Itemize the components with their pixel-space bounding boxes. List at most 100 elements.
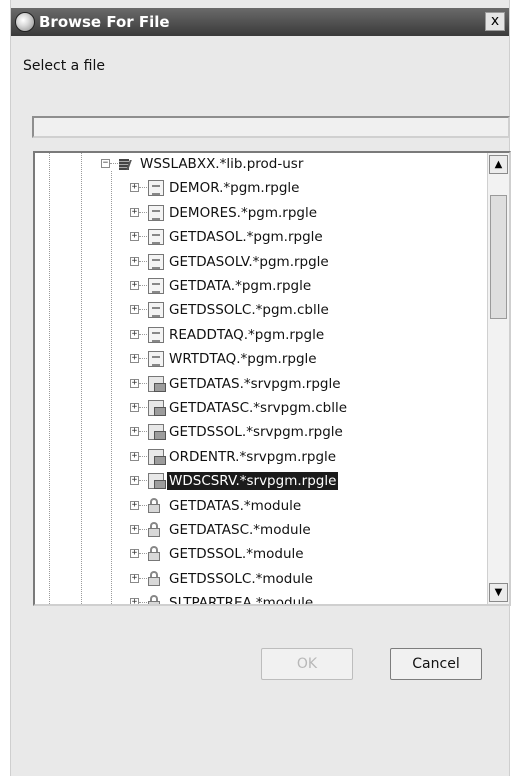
expand-icon[interactable]: +	[130, 305, 139, 315]
tree-item[interactable]: + ORDENTR.*srvpgm.rpgle	[35, 446, 485, 468]
tree-item-label[interactable]: DEMORES.*pgm.rpgle	[167, 204, 319, 222]
tree-connector	[139, 602, 147, 604]
close-button[interactable]: x	[485, 12, 505, 31]
module-icon	[148, 522, 160, 538]
scroll-up-button[interactable]: ▲	[489, 155, 508, 174]
tree-item-label[interactable]: WRTDTAQ.*pgm.rpgle	[167, 350, 319, 368]
tree-item-label[interactable]: GETDATAS.*module	[167, 497, 303, 515]
tree-item-label[interactable]: GETDSSOL.*module	[167, 545, 306, 563]
scroll-thumb[interactable]	[490, 195, 507, 319]
tree-item-label[interactable]: GETDASOL.*pgm.rpgle	[167, 228, 325, 246]
tree-item-label[interactable]: GETDATASC.*module	[167, 521, 313, 539]
expand-icon[interactable]: +	[130, 329, 139, 339]
title-bar[interactable]: Browse For File x	[11, 8, 509, 36]
tree-connector	[139, 260, 147, 262]
tree-item-label[interactable]: ORDENTR.*srvpgm.rpgle	[167, 448, 338, 466]
tree-item[interactable]: + WRTDTAQ.*pgm.rpgle	[35, 348, 485, 370]
tree-item-label[interactable]: GETDATAS.*srvpgm.rpgle	[167, 375, 343, 393]
tree-item[interactable]: + GETDASOLV.*pgm.rpgle	[35, 251, 485, 273]
program-icon	[148, 278, 164, 294]
tree-item[interactable]: + GETDATAS.*srvpgm.rpgle	[35, 373, 485, 395]
tree-item-label[interactable]: READDTAQ.*pgm.rpgle	[167, 326, 326, 344]
program-icon	[148, 204, 164, 221]
cancel-button[interactable]: Cancel	[390, 648, 482, 680]
expand-icon[interactable]: +	[130, 207, 139, 217]
expand-icon[interactable]: +	[130, 378, 139, 388]
tree-item[interactable]: + DEMOR.*pgm.rpgle	[35, 177, 485, 199]
tree-item-label[interactable]: GETDASOLV.*pgm.rpgle	[167, 253, 331, 271]
tree-item[interactable]: + GETDSSOLC.*pgm.cblle	[35, 299, 485, 321]
eclipse-logo-icon	[15, 12, 35, 32]
expand-icon[interactable]: +	[130, 476, 139, 486]
tree-connector	[139, 285, 147, 286]
tree-item[interactable]: + READDTAQ.*pgm.rpgle	[35, 324, 485, 346]
tree-item-label[interactable]: DEMOR.*pgm.rpgle	[167, 179, 301, 197]
tree-item-label[interactable]: GETDATASC.*srvpgm.cblle	[167, 399, 349, 417]
file-tree[interactable]: ▲ ▼ − WSSLABXX.*lib.prod-usr + DEMOR.*pgm.r…	[33, 151, 511, 606]
tree-connector	[139, 431, 147, 433]
library-icon	[119, 156, 135, 172]
expand-icon[interactable]: +	[130, 232, 139, 242]
tree-item-label[interactable]: GETDSSOL.*srvpgm.rpgle	[167, 423, 345, 441]
tree-connector	[139, 455, 147, 457]
expand-icon[interactable]: +	[130, 598, 139, 604]
tree-item[interactable]: + SLTPARTREA.*module	[35, 592, 485, 604]
tree-item-label[interactable]: GETDSSOLC.*pgm.cblle	[167, 301, 331, 319]
expand-icon[interactable]: +	[130, 549, 139, 559]
tree-item-label[interactable]: GETDSSOLC.*module	[167, 570, 315, 588]
tree-connector	[139, 309, 147, 311]
selected-path-field[interactable]	[32, 116, 510, 138]
browse-for-file-dialog: Browse For File x Select a file ▲ ▼ − WSS…	[10, 0, 511, 776]
expand-icon[interactable]: +	[130, 525, 139, 534]
expand-icon[interactable]: +	[130, 256, 139, 266]
tree-connector	[139, 236, 147, 238]
program-icon	[148, 253, 164, 270]
tree-root-library[interactable]: − WSSLABXX.*lib.prod-usr	[35, 153, 485, 175]
program-icon	[148, 351, 164, 368]
tree-connector	[139, 333, 147, 335]
tree-connector	[139, 211, 147, 213]
tree-item[interactable]: + GETDATASC.*module	[35, 519, 485, 541]
tree-item[interactable]: + GETDATAS.*module	[35, 495, 485, 517]
tree-connector	[139, 382, 147, 384]
tree-connector	[110, 163, 118, 164]
scroll-down-button[interactable]: ▼	[489, 583, 508, 602]
module-icon	[148, 595, 160, 604]
expand-icon[interactable]: +	[130, 427, 139, 437]
tree-item[interactable]: + GETDSSOLC.*module	[35, 568, 485, 590]
tree-item-label[interactable]: SLTPARTREA.*module	[167, 594, 315, 604]
service-program-icon	[148, 448, 166, 465]
tree-item-label[interactable]: GETDATA.*pgm.rpgle	[167, 277, 313, 295]
tree-connector	[139, 529, 147, 530]
tree-connector	[139, 577, 147, 579]
tree-item[interactable]: + GETDATA.*pgm.rpgle	[35, 275, 485, 297]
tree-item[interactable]: + GETDSSOL.*module	[35, 543, 485, 565]
tree-connector	[139, 407, 147, 408]
tree-connector	[139, 504, 147, 506]
tree-item-label[interactable]: WSSLABXX.*lib.prod-usr	[138, 155, 305, 173]
tree-item[interactable]: + GETDASOL.*pgm.rpgle	[35, 226, 485, 248]
expand-icon[interactable]: +	[130, 500, 139, 510]
expand-icon[interactable]: +	[130, 573, 139, 583]
service-program-icon	[148, 400, 166, 416]
module-icon	[148, 546, 160, 562]
expand-icon[interactable]: +	[130, 183, 139, 193]
tree-item[interactable]: + WDSCSRV.*srvpgm.rpgle	[35, 470, 485, 492]
tree-item[interactable]: + GETDSSOL.*srvpgm.rpgle	[35, 421, 485, 443]
ok-button[interactable]: OK	[261, 648, 353, 680]
service-program-icon	[148, 473, 166, 490]
expand-icon[interactable]: +	[130, 354, 139, 364]
service-program-icon	[148, 375, 166, 392]
collapse-icon[interactable]: −	[101, 159, 110, 168]
expand-icon[interactable]: +	[130, 451, 139, 461]
select-file-label: Select a file	[23, 58, 105, 74]
expand-icon[interactable]: +	[130, 403, 139, 412]
expand-icon[interactable]: +	[130, 281, 139, 290]
tree-item[interactable]: + GETDATASC.*srvpgm.cblle	[35, 397, 485, 419]
tree-connector	[139, 480, 147, 482]
module-icon	[148, 570, 160, 587]
tree-item-label-selected[interactable]: WDSCSRV.*srvpgm.rpgle	[167, 472, 339, 491]
tree-item[interactable]: + DEMORES.*pgm.rpgle	[35, 202, 485, 224]
program-icon	[148, 302, 164, 319]
vertical-scrollbar[interactable]: ▲ ▼	[487, 153, 509, 604]
